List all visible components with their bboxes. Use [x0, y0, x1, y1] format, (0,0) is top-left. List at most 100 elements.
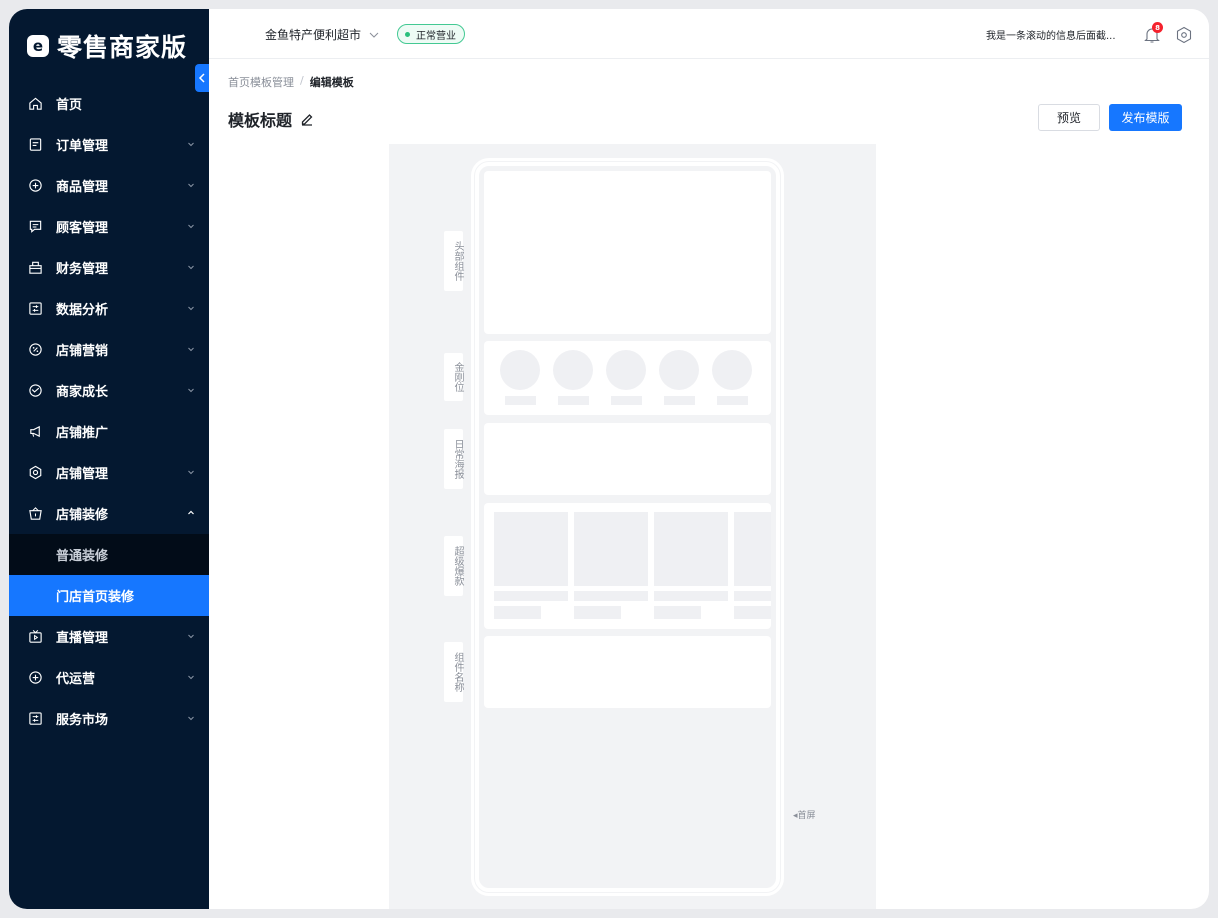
sidebar-item-store-decoration[interactable]: 店铺装修 — [9, 493, 209, 534]
product-image-placeholder — [574, 512, 648, 586]
chevron-up-icon — [188, 510, 194, 515]
sidebar-item-finance[interactable]: 财务管理 — [9, 247, 209, 288]
diamond-label-placeholder — [558, 396, 589, 405]
sidebar-item-data[interactable]: 数据分析 — [9, 288, 209, 329]
diamond-icon-placeholder — [553, 350, 593, 390]
diamond-label-placeholder — [505, 396, 536, 405]
sidebar-item-label: 店铺营销 — [56, 344, 109, 359]
diamond-position-block[interactable] — [484, 341, 771, 415]
breadcrumb-current: 编辑模板 — [309, 76, 354, 89]
product-price-placeholder — [654, 606, 701, 619]
gear-icon — [27, 465, 43, 481]
sidebar: e 零售商家版 首页 订单管理 商品管理 顾客管理 财务管理 数据分析 店铺营销… — [9, 9, 209, 909]
breadcrumb-parent[interactable]: 首页模板管理 — [228, 74, 294, 90]
sidebar-item-orders[interactable]: 订单管理 — [9, 124, 209, 165]
top-header: 金鱼特产便利超市 正常营业 我是一条滚动的信息后面截... 8 — [209, 9, 1209, 59]
sidebar-item-products[interactable]: 商品管理 — [9, 165, 209, 206]
product-name-placeholder — [494, 591, 568, 601]
chevron-down-icon — [188, 306, 194, 311]
settings-icon[interactable] — [1175, 26, 1193, 44]
sidebar-item-label: 数据分析 — [56, 303, 109, 318]
chevron-down-icon — [188, 388, 194, 393]
preview-button[interactable]: 预览 — [1038, 104, 1100, 131]
logo: e 零售商家版 — [27, 29, 187, 63]
megaphone-icon — [27, 424, 43, 440]
store-selector[interactable]: 金鱼特产便利超市 — [265, 26, 379, 43]
sidebar-menu: 首页 订单管理 商品管理 顾客管理 财务管理 数据分析 店铺营销 商家成长 店铺… — [9, 83, 209, 739]
diamond-icon-placeholder — [500, 350, 540, 390]
chevron-down-icon — [188, 716, 194, 721]
diamond-icon-placeholder — [659, 350, 699, 390]
breadcrumb-separator: / — [300, 74, 304, 87]
sidebar-item-home[interactable]: 首页 — [9, 83, 209, 124]
chevron-down-icon — [188, 347, 194, 352]
sidebar-item-operation-agency[interactable]: 代运营 — [9, 657, 209, 698]
daily-poster-block[interactable] — [484, 423, 771, 495]
diamond-label-placeholder — [664, 396, 695, 405]
sidebar-item-service-market[interactable]: 服务市场 — [9, 698, 209, 739]
logo-mark-icon: e — [27, 35, 49, 57]
home-icon — [27, 96, 43, 112]
product-image-placeholder — [734, 512, 771, 586]
status-badge: 正常营业 — [397, 24, 465, 44]
first-screen-marker: ◂首屏 — [791, 808, 818, 821]
product-image-placeholder — [654, 512, 728, 586]
component-label-diamond[interactable]: 金刚位 — [444, 353, 463, 401]
growth-icon — [27, 383, 43, 399]
customer-icon — [27, 219, 43, 235]
sidebar-item-label: 店铺推广 — [56, 426, 109, 441]
sidebar-item-customers[interactable]: 顾客管理 — [9, 206, 209, 247]
component-label-super-hot[interactable]: 超级爆款 — [444, 536, 463, 596]
sidebar-item-label: 代运营 — [56, 672, 96, 687]
sidebar-item-label: 商家成长 — [56, 385, 109, 400]
marketing-icon — [27, 342, 43, 358]
sidebar-item-label: 财务管理 — [56, 262, 109, 277]
order-icon — [27, 137, 43, 153]
sidebar-item-label: 店铺管理 — [56, 467, 109, 482]
status-dot-icon — [405, 31, 410, 37]
product-price-placeholder — [574, 606, 621, 619]
sidebar-item-growth[interactable]: 商家成长 — [9, 370, 209, 411]
product-name-placeholder — [654, 591, 728, 601]
sidebar-item-live[interactable]: 直播管理 — [9, 616, 209, 657]
chevron-left-icon — [198, 73, 205, 83]
app-window: e 零售商家版 首页 订单管理 商品管理 顾客管理 财务管理 数据分析 店铺营销… — [9, 9, 1209, 909]
app-title: 零售商家版 — [57, 33, 188, 62]
diamond-label-placeholder — [611, 396, 642, 405]
sidebar-item-label: 订单管理 — [56, 139, 109, 154]
product-price-placeholder — [494, 606, 541, 619]
sidebar-item-label: 服务市场 — [56, 713, 109, 728]
component-label-custom[interactable]: 组件名称 — [444, 642, 463, 702]
sidebar-subitem-normal-decoration[interactable]: 普通装修 — [9, 534, 209, 575]
chevron-down-icon — [188, 634, 194, 639]
chevron-down-icon — [369, 32, 379, 38]
super-hot-block[interactable] — [484, 503, 771, 629]
header-component-block[interactable] — [484, 171, 771, 334]
store-name: 金鱼特产便利超市 — [265, 28, 362, 42]
sidebar-item-label: 商品管理 — [56, 180, 109, 195]
chevron-down-icon — [188, 183, 194, 188]
sidebar-item-label: 直播管理 — [56, 631, 109, 646]
sidebar-subitem-store-homepage-decoration[interactable]: 门店首页装修 — [9, 575, 209, 616]
market-icon — [27, 711, 43, 727]
edit-pencil-icon[interactable] — [300, 112, 314, 126]
sidebar-item-marketing[interactable]: 店铺营销 — [9, 329, 209, 370]
device-frame: e 零售商家版 首页 订单管理 商品管理 顾客管理 财务管理 数据分析 店铺营销… — [0, 0, 1218, 918]
sidebar-item-label: 店铺装修 — [56, 508, 109, 523]
component-label-daily-poster[interactable]: 日常海报 — [444, 429, 463, 489]
sidebar-item-promotion[interactable]: 店铺推广 — [9, 411, 209, 452]
sidebar-item-label: 首页 — [56, 98, 83, 113]
publish-button[interactable]: 发布模版 — [1109, 104, 1182, 131]
plus-circle-icon — [27, 670, 43, 686]
diamond-icon-placeholder — [606, 350, 646, 390]
product-name-placeholder — [574, 591, 648, 601]
scrolling-notice[interactable]: 我是一条滚动的信息后面截... — [986, 27, 1116, 42]
finance-icon — [27, 260, 43, 276]
sidebar-item-label: 顾客管理 — [56, 221, 109, 236]
sidebar-item-store-management[interactable]: 店铺管理 — [9, 452, 209, 493]
chevron-down-icon — [188, 265, 194, 270]
notification-badge: 8 — [1152, 22, 1163, 33]
component-label-header[interactable]: 头部组件 — [444, 231, 463, 291]
custom-component-block[interactable] — [484, 636, 771, 708]
breadcrumb: 首页模板管理 / 编辑模板 — [228, 74, 354, 90]
